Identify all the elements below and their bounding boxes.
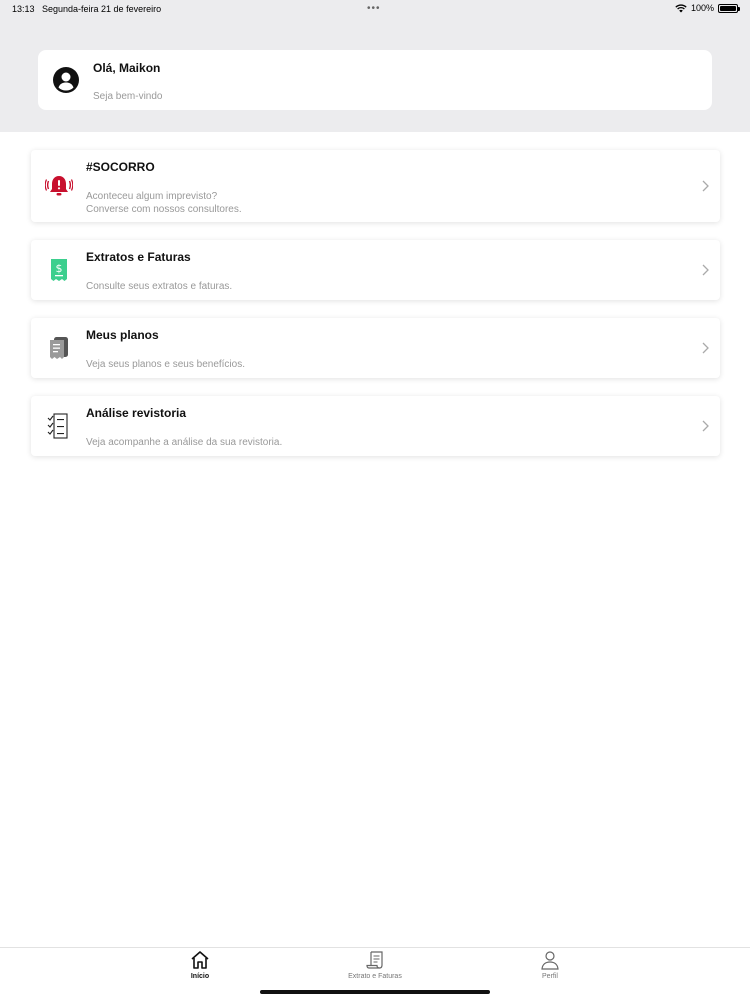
menu-item-extratos[interactable]: $ Extratos e Faturas Consulte seus extra… xyxy=(31,240,720,300)
tab-label: Perfil xyxy=(542,973,558,980)
chevron-right-icon xyxy=(702,264,709,276)
chevron-right-icon xyxy=(702,420,709,432)
tab-perfil[interactable]: Perfil xyxy=(490,948,610,988)
menu-item-revistoria[interactable]: Análise revistoria Veja acompanhe a anál… xyxy=(31,396,720,456)
battery-percent: 100% xyxy=(690,3,714,13)
tab-extrato-faturas[interactable]: Extrato e Faturas xyxy=(315,948,435,988)
menu-item-title: Análise revistoria xyxy=(86,406,187,420)
menu-item-desc-line2: Converse com nossos consultores. xyxy=(86,204,242,215)
greeting-card: Olá, Maikon Seja bem-vindo xyxy=(38,50,712,110)
menu-item-desc: Veja acompanhe a análise da sua revistor… xyxy=(86,437,283,448)
battery-icon xyxy=(718,3,740,13)
wifi-icon xyxy=(675,3,687,12)
menu-item-title: #SOCORRO xyxy=(86,160,155,174)
header-area: Olá, Maikon Seja bem-vindo xyxy=(0,0,750,132)
greeting-subtitle: Seja bem-vindo xyxy=(93,91,163,102)
menu-item-socorro[interactable]: #SOCORRO Aconteceu algum imprevisto? Con… xyxy=(31,150,720,222)
battery-fill xyxy=(720,5,736,11)
document-stack-icon xyxy=(50,337,68,359)
menu-item-title: Meus planos xyxy=(86,328,159,342)
tab-label: Extrato e Faturas xyxy=(348,973,402,980)
menu-item-desc: Veja seus planos e seus benefícios. xyxy=(86,359,245,370)
home-indicator[interactable] xyxy=(260,990,490,994)
tab-inicio[interactable]: Início xyxy=(140,948,260,988)
status-bar: 13:13 Segunda-feira 21 de fevereiro ••• … xyxy=(0,0,750,18)
menu-item-desc-line1: Aconteceu algum imprevisto? xyxy=(86,191,218,202)
receipt-icon xyxy=(366,951,383,969)
home-icon xyxy=(191,951,209,969)
greeting-title: Olá, Maikon xyxy=(93,61,161,75)
chevron-right-icon xyxy=(702,180,709,192)
alarm-bell-icon xyxy=(45,176,73,196)
checklist-icon xyxy=(47,413,68,439)
menu-item-title: Extratos e Faturas xyxy=(86,250,191,264)
status-time: 13:13 xyxy=(12,4,35,14)
tab-label: Início xyxy=(190,973,210,980)
menu-item-desc: Consulte seus extratos e faturas. xyxy=(86,281,233,292)
svg-text:$: $ xyxy=(56,262,63,275)
person-icon xyxy=(541,951,559,970)
multitask-dots[interactable]: ••• xyxy=(367,3,381,14)
status-date: Segunda-feira 21 de fevereiro xyxy=(42,4,162,14)
dollar-receipt-icon: $ xyxy=(51,259,67,281)
status-right: 100% xyxy=(675,3,740,13)
user-circle-icon xyxy=(53,67,79,93)
menu-item-planos[interactable]: Meus planos Veja seus planos e seus bene… xyxy=(31,318,720,378)
chevron-right-icon xyxy=(702,342,709,354)
